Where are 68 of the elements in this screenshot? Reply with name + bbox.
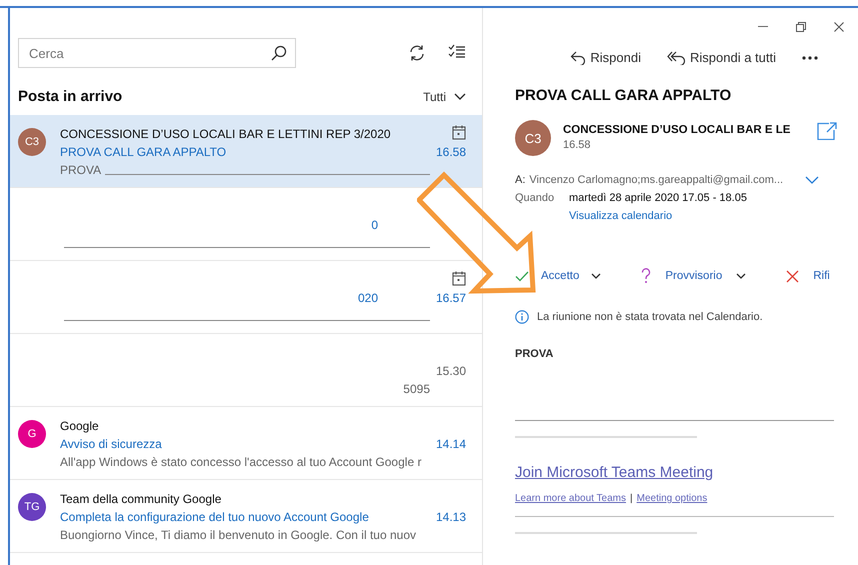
- meeting-link[interactable]: Learn more about Teams: [515, 493, 626, 504]
- sync-icon[interactable]: [408, 44, 426, 62]
- sender-name: Google: [60, 418, 99, 435]
- caret-icon: [591, 273, 602, 279]
- notice-text: La riunione non è stata trovata nel Calendario.: [537, 311, 763, 323]
- email-subject: PROVA CALL GARA APPALTO: [515, 87, 732, 104]
- avatar: G: [18, 420, 46, 448]
- recipients-text: A: Vincenzo Carlomagno;ms.gareappalti@gmail.com...: [515, 174, 784, 186]
- calendar-icon: [452, 125, 466, 140]
- sent-time: 16.58: [563, 139, 592, 151]
- message-item[interactable]: TG Team della community Google Completa la configurazione del tuo nuovo Account Google Buongiorno Vince, Ti diamo il benvenuto in Google. Con il tuo nuov 14.13: [10, 480, 482, 552]
- message-item[interactable]: G Google Avviso di sicurezza All'app Windows è stato concesso l'accesso al tuo Account Google r 14.14: [10, 407, 482, 479]
- message-time: 16.57: [436, 290, 466, 307]
- message-item[interactable]: 0: [10, 188, 482, 260]
- sender-name: CONCESSIONE D’USO LOCALI BAR E LE: [563, 124, 792, 136]
- caret-icon: [736, 273, 746, 279]
- view-calendar-link[interactable]: Visualizza calendario: [569, 210, 858, 222]
- preview-text: 5095: [403, 381, 430, 398]
- preview-text: PROVA: [60, 162, 102, 179]
- meeting-link[interactable]: Meeting options: [636, 493, 708, 504]
- filter-dropdown[interactable]: Tutti: [423, 90, 466, 104]
- message-time: 15.30: [436, 363, 466, 380]
- checklist-icon[interactable]: [448, 44, 466, 60]
- subject-text: 0: [371, 217, 378, 234]
- calendar-icon: [452, 271, 466, 286]
- more-button[interactable]: [802, 56, 818, 60]
- chevron-down-icon[interactable]: [454, 92, 466, 100]
- reply-all-button[interactable]: Rispondi a tutti: [667, 50, 776, 65]
- message-item[interactable]: 5095 15.30: [10, 334, 482, 406]
- meeting-time: martedì 28 aprile 2020 17.05 - 18.05: [569, 192, 748, 204]
- reply-icon: [570, 50, 586, 64]
- more-icon: [802, 56, 818, 60]
- subject-text: Avviso di sicurezza: [60, 436, 162, 453]
- preview-text: All'app Windows è stato concesso l'accesso al tuo Account Google r: [60, 454, 422, 471]
- reply-button[interactable]: Rispondi: [570, 50, 641, 65]
- decline-button[interactable]: Rifi: [786, 270, 830, 282]
- folder-title: Posta in arrivo: [18, 88, 122, 105]
- close-icon: [786, 270, 800, 282]
- message-item[interactable]: 020 16.57: [10, 261, 482, 333]
- tentative-button[interactable]: Provvisorio: [641, 268, 746, 284]
- search-field[interactable]: Cerca: [18, 38, 296, 68]
- link-separator: |: [630, 493, 633, 504]
- subject-text: PROVA CALL GARA APPALTO: [60, 144, 226, 161]
- preview-text: Buongiorno Vince, Ti diamo il benvenuto in Google. Con il tuo nuov: [60, 527, 416, 544]
- sender-name: CONCESSIONE D’USO LOCALI BAR E LETTINI REP 3/2020: [60, 126, 391, 143]
- accept-button[interactable]: Accetto: [515, 270, 602, 282]
- avatar: C3: [18, 128, 46, 156]
- message-item[interactable]: C3 CONCESSIONE D’USO LOCALI BAR E LETTINI REP 3/2020 PROVA CALL GARA APPALTO PROVA 16.58: [10, 115, 482, 187]
- restore-icon[interactable]: [796, 22, 806, 32]
- subject-text: 020: [358, 290, 378, 307]
- sender-name: Team della community Google: [60, 491, 222, 508]
- when-label: Quando: [515, 192, 556, 204]
- search-icon[interactable]: [271, 45, 287, 61]
- message-time: 14.13: [436, 509, 466, 526]
- body-text: PROVA: [515, 348, 554, 360]
- minimize-icon[interactable]: [758, 26, 768, 28]
- check-icon: [515, 270, 529, 282]
- message-time: 14.14: [436, 436, 466, 453]
- join-meeting-link[interactable]: Join Microsoft Teams Meeting: [515, 464, 714, 481]
- close-icon[interactable]: [834, 22, 844, 32]
- reply-all-icon: [667, 50, 686, 64]
- subject-text: Completa la configurazione del tuo nuovo Account Google: [60, 509, 369, 526]
- avatar: TG: [18, 493, 46, 521]
- sender-avatar: C3: [515, 120, 551, 156]
- pop-out-icon[interactable]: [817, 122, 838, 140]
- question-mark-icon: [641, 268, 652, 284]
- info-icon: [515, 310, 529, 324]
- message-time: 16.58: [436, 144, 466, 161]
